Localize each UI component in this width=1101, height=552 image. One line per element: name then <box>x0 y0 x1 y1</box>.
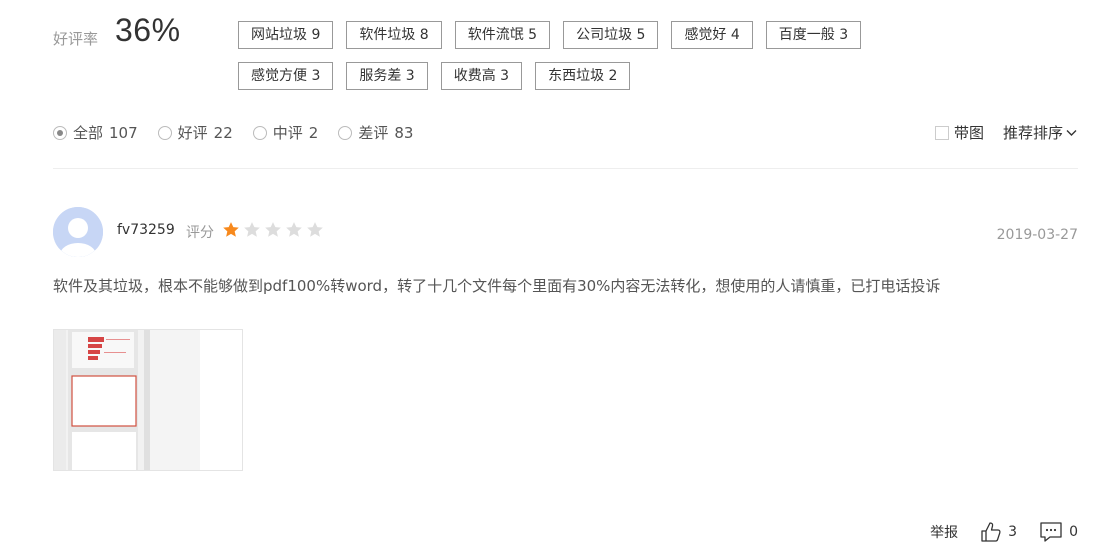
star-icon <box>244 222 260 237</box>
review-text: 软件及其垃圾，根本不能够做到pdf100%转word，转了十几个文件每个里面有3… <box>53 277 941 295</box>
star-icon <box>265 222 281 237</box>
list-controls: 带图 推荐排序 <box>934 122 1077 143</box>
positive-rate-label: 好评率 <box>53 30 99 48</box>
filter-neutral[interactable]: 中评 2 <box>252 122 319 143</box>
filter-label: 差评 <box>358 124 389 142</box>
checkbox-icon[interactable] <box>934 125 949 140</box>
rating-label: 评分 <box>186 225 214 241</box>
sort-dropdown[interactable]: 推荐排序 <box>1003 122 1077 143</box>
radio-icon[interactable] <box>53 125 67 140</box>
thumbs-up-icon <box>981 522 1001 542</box>
filter-label: 好评 <box>177 124 208 142</box>
tag[interactable]: 服务差 3 <box>346 62 428 90</box>
tag[interactable]: 感觉好 4 <box>671 21 753 49</box>
review-image-thumbnail[interactable] <box>53 329 243 471</box>
with-pictures-label: 带图 <box>953 124 984 142</box>
tag[interactable]: 软件流氓 5 <box>454 21 551 49</box>
comment-count: 0 <box>1069 524 1078 540</box>
star-icon <box>307 222 323 237</box>
radio-icon[interactable] <box>157 125 172 140</box>
tag[interactable]: 软件垃圾 8 <box>346 21 442 49</box>
filter-count: 2 <box>308 123 319 142</box>
filter-count: 83 <box>394 123 414 142</box>
positive-rate-value: 36% <box>115 12 181 48</box>
filter-count: 22 <box>213 123 233 142</box>
chevron-down-icon <box>1066 129 1077 136</box>
like-count: 3 <box>1008 524 1018 540</box>
review-username[interactable]: fv73259 <box>117 222 175 238</box>
filter-label: 全部 <box>73 124 104 142</box>
filter-label: 中评 <box>272 124 303 142</box>
tag[interactable]: 公司垃圾 5 <box>563 21 659 49</box>
star-icon <box>286 222 302 237</box>
tag[interactable]: 百度一般 3 <box>765 21 862 49</box>
comment-button[interactable]: 0 <box>1039 521 1078 543</box>
review-actions: 举报 3 0 <box>908 521 1078 543</box>
tag[interactable]: 网站垃圾 9 <box>238 21 334 49</box>
sort-label: 推荐排序 <box>1002 124 1063 142</box>
report-button[interactable]: 举报 <box>930 522 958 542</box>
like-button[interactable]: 3 <box>980 521 1017 543</box>
star-rating <box>222 221 324 239</box>
filter-positive[interactable]: 好评 22 <box>157 122 233 143</box>
tag[interactable]: 收费高 3 <box>440 62 523 90</box>
divider <box>53 168 1078 169</box>
tag[interactable]: 东西垃圾 2 <box>535 62 631 90</box>
tag[interactable]: 感觉方便 3 <box>238 62 334 90</box>
filter-count: 107 <box>109 123 138 142</box>
review-filter-group: 全部 107 好评 22 中评 2 差评 83 <box>53 122 433 143</box>
filter-negative[interactable]: 差评 83 <box>338 122 413 143</box>
with-pictures-toggle[interactable]: 带图 <box>934 122 984 143</box>
radio-icon[interactable] <box>252 125 267 140</box>
radio-icon[interactable] <box>338 125 353 140</box>
review-date: 2019-03-27 <box>996 227 1078 243</box>
user-avatar-icon[interactable] <box>53 207 103 257</box>
filter-all[interactable]: 全部 107 <box>53 122 138 143</box>
comment-icon <box>1040 522 1062 542</box>
tag-cloud: 网站垃圾 9 软件垃圾 8 软件流氓 5 公司垃圾 5 感觉好 4 百度一般 3… <box>238 21 918 90</box>
star-icon <box>223 222 239 237</box>
